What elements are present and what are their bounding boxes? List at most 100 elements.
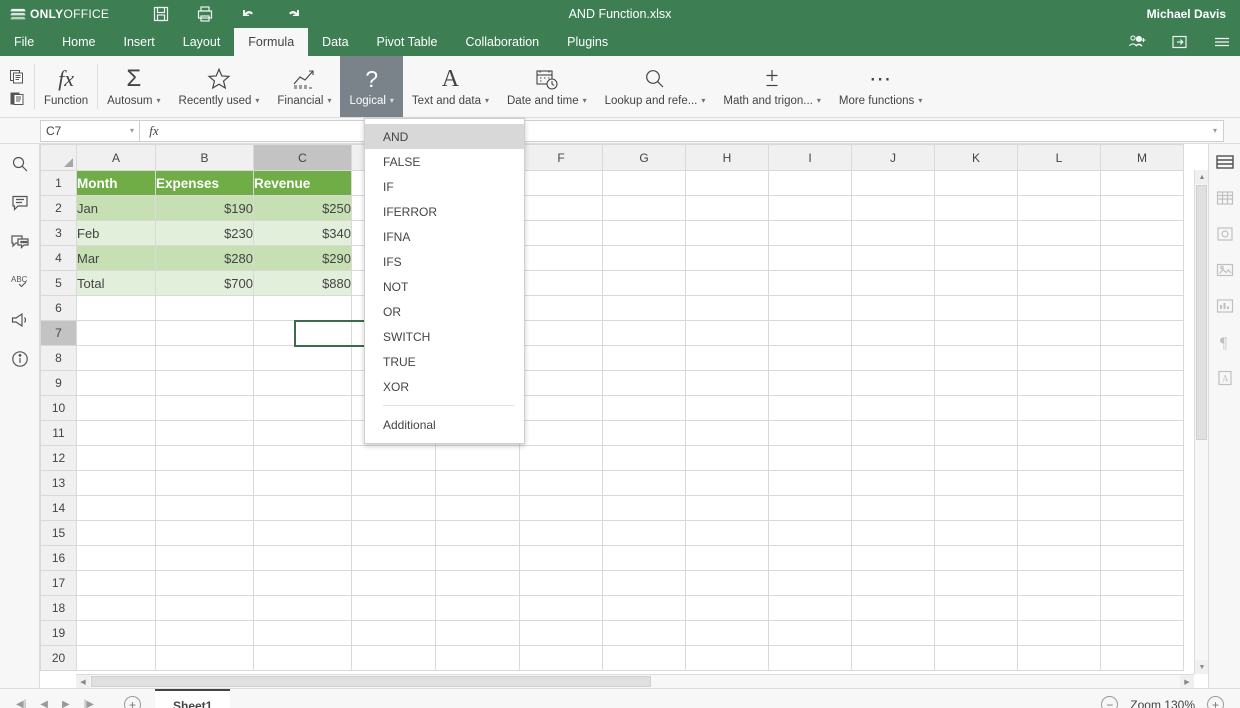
cell-k20[interactable] bbox=[934, 645, 1018, 671]
cell-k9[interactable] bbox=[934, 370, 1018, 396]
cell-h20[interactable] bbox=[685, 645, 769, 671]
cell-l13[interactable] bbox=[1017, 470, 1101, 496]
menu-item-additional[interactable]: Additional bbox=[365, 412, 524, 437]
cell-f4[interactable] bbox=[519, 245, 603, 271]
cell-f3[interactable] bbox=[519, 220, 603, 246]
cell-d12[interactable] bbox=[351, 445, 436, 471]
cell-e17[interactable] bbox=[435, 570, 520, 596]
cell-b19[interactable] bbox=[155, 620, 254, 646]
cell-k6[interactable] bbox=[934, 295, 1018, 321]
cell-d16[interactable] bbox=[351, 545, 436, 571]
image-settings-icon[interactable] bbox=[1215, 260, 1235, 280]
cell-f2[interactable] bbox=[519, 195, 603, 221]
cell-j13[interactable] bbox=[851, 470, 935, 496]
cell-m2[interactable] bbox=[1100, 195, 1184, 221]
cell-l5[interactable] bbox=[1017, 270, 1101, 296]
cell-g16[interactable] bbox=[602, 545, 686, 571]
cell-b3[interactable]: $230 bbox=[155, 220, 254, 246]
cell-i14[interactable] bbox=[768, 495, 852, 521]
cell-g19[interactable] bbox=[602, 620, 686, 646]
cell-a4[interactable]: Mar bbox=[76, 245, 156, 271]
cell-f10[interactable] bbox=[519, 395, 603, 421]
cell-f8[interactable] bbox=[519, 345, 603, 371]
text-and-data-button[interactable]: A Text and data ▾ bbox=[403, 56, 498, 117]
cell-e18[interactable] bbox=[435, 595, 520, 621]
cell-k5[interactable] bbox=[934, 270, 1018, 296]
cell-j3[interactable] bbox=[851, 220, 935, 246]
text-art-settings-icon[interactable]: A bbox=[1215, 368, 1235, 388]
cell-i16[interactable] bbox=[768, 545, 852, 571]
cell-c14[interactable] bbox=[253, 495, 352, 521]
cell-m4[interactable] bbox=[1100, 245, 1184, 271]
cell-g8[interactable] bbox=[602, 345, 686, 371]
tab-plugins[interactable]: Plugins bbox=[553, 28, 622, 56]
cell-c4[interactable]: $290 bbox=[253, 245, 352, 271]
cell-m15[interactable] bbox=[1100, 520, 1184, 546]
cell-m13[interactable] bbox=[1100, 470, 1184, 496]
cell-j19[interactable] bbox=[851, 620, 935, 646]
cell-m7[interactable] bbox=[1100, 320, 1184, 346]
scroll-up-arrow[interactable]: ▲ bbox=[1195, 170, 1208, 184]
cell-m16[interactable] bbox=[1100, 545, 1184, 571]
cell-b20[interactable] bbox=[155, 645, 254, 671]
cell-c1[interactable]: Revenue bbox=[253, 170, 352, 196]
menu-item-iferror[interactable]: IFERROR bbox=[365, 199, 524, 224]
cell-l6[interactable] bbox=[1017, 295, 1101, 321]
tab-collaboration[interactable]: Collaboration bbox=[451, 28, 553, 56]
cell-i15[interactable] bbox=[768, 520, 852, 546]
cell-i4[interactable] bbox=[768, 245, 852, 271]
cell-c10[interactable] bbox=[253, 395, 352, 421]
cell-c20[interactable] bbox=[253, 645, 352, 671]
cell-h17[interactable] bbox=[685, 570, 769, 596]
cell-k12[interactable] bbox=[934, 445, 1018, 471]
cell-d19[interactable] bbox=[351, 620, 436, 646]
cell-d13[interactable] bbox=[351, 470, 436, 496]
column-header-b[interactable]: B bbox=[155, 144, 254, 171]
cell-h10[interactable] bbox=[685, 395, 769, 421]
cell-g20[interactable] bbox=[602, 645, 686, 671]
cell-f20[interactable] bbox=[519, 645, 603, 671]
cell-b15[interactable] bbox=[155, 520, 254, 546]
sheet-tab-sheet1[interactable]: Sheet1 bbox=[155, 688, 231, 708]
cell-h13[interactable] bbox=[685, 470, 769, 496]
cell-l17[interactable] bbox=[1017, 570, 1101, 596]
more-functions-button[interactable]: ⋯ More functions ▾ bbox=[830, 56, 931, 117]
cell-k16[interactable] bbox=[934, 545, 1018, 571]
cell-f15[interactable] bbox=[519, 520, 603, 546]
cell-c3[interactable]: $340 bbox=[253, 220, 352, 246]
cell-b13[interactable] bbox=[155, 470, 254, 496]
cell-b17[interactable] bbox=[155, 570, 254, 596]
cell-a5[interactable]: Total bbox=[76, 270, 156, 296]
math-and-trigonometry-button[interactable]: Math and trigon... ▾ bbox=[714, 56, 830, 117]
cell-a7[interactable] bbox=[76, 320, 156, 346]
cell-g10[interactable] bbox=[602, 395, 686, 421]
cell-j14[interactable] bbox=[851, 495, 935, 521]
cell-k13[interactable] bbox=[934, 470, 1018, 496]
cell-i2[interactable] bbox=[768, 195, 852, 221]
cell-k19[interactable] bbox=[934, 620, 1018, 646]
cell-m18[interactable] bbox=[1100, 595, 1184, 621]
row-header-5[interactable]: 5 bbox=[40, 270, 77, 296]
cell-j8[interactable] bbox=[851, 345, 935, 371]
undo-icon[interactable] bbox=[240, 5, 258, 23]
cell-k11[interactable] bbox=[934, 420, 1018, 446]
cell-j4[interactable] bbox=[851, 245, 935, 271]
cell-f5[interactable] bbox=[519, 270, 603, 296]
cell-h19[interactable] bbox=[685, 620, 769, 646]
paragraph-settings-icon[interactable]: ¶ bbox=[1215, 332, 1235, 352]
cell-i12[interactable] bbox=[768, 445, 852, 471]
cell-i1[interactable] bbox=[768, 170, 852, 196]
cell-a16[interactable] bbox=[76, 545, 156, 571]
cell-e16[interactable] bbox=[435, 545, 520, 571]
next-sheet-button[interactable]: ▶ bbox=[62, 699, 70, 708]
spellcheck-icon[interactable]: ABC bbox=[10, 271, 30, 291]
cell-m19[interactable] bbox=[1100, 620, 1184, 646]
cell-i3[interactable] bbox=[768, 220, 852, 246]
cell-a8[interactable] bbox=[76, 345, 156, 371]
chevron-down-icon[interactable]: ▾ bbox=[1213, 126, 1217, 135]
cell-i20[interactable] bbox=[768, 645, 852, 671]
cell-a2[interactable]: Jan bbox=[76, 195, 156, 221]
cell-f11[interactable] bbox=[519, 420, 603, 446]
cell-d17[interactable] bbox=[351, 570, 436, 596]
recently-used-button[interactable]: Recently used ▾ bbox=[170, 56, 269, 117]
